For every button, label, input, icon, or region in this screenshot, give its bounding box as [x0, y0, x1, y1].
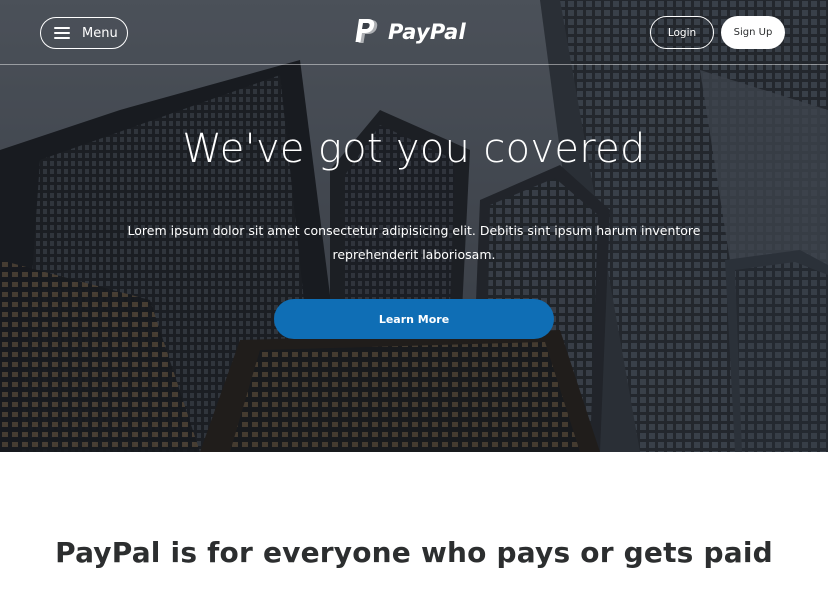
login-button[interactable]: Login	[650, 16, 714, 49]
logo-wordmark: PayPal	[388, 20, 466, 44]
menu-button[interactable]: Menu	[40, 17, 128, 49]
section-heading: PayPal is for everyone who pays or gets …	[55, 536, 773, 569]
hero-description: Lorem ipsum dolor sit amet consectetur a…	[127, 223, 701, 262]
hero-section: Menu PayPal Login Sign Up We've got you …	[0, 0, 828, 452]
hero-title: We've got you covered	[182, 126, 646, 172]
paypal-logo[interactable]: PayPal	[355, 17, 466, 47]
learn-more-button[interactable]: Learn More	[274, 299, 554, 339]
signup-button[interactable]: Sign Up	[721, 16, 785, 49]
hamburger-icon	[54, 27, 70, 39]
menu-button-label: Menu	[82, 25, 118, 41]
top-navigation: Menu PayPal Login Sign Up	[0, 0, 828, 65]
paypal-logo-icon	[355, 19, 378, 43]
